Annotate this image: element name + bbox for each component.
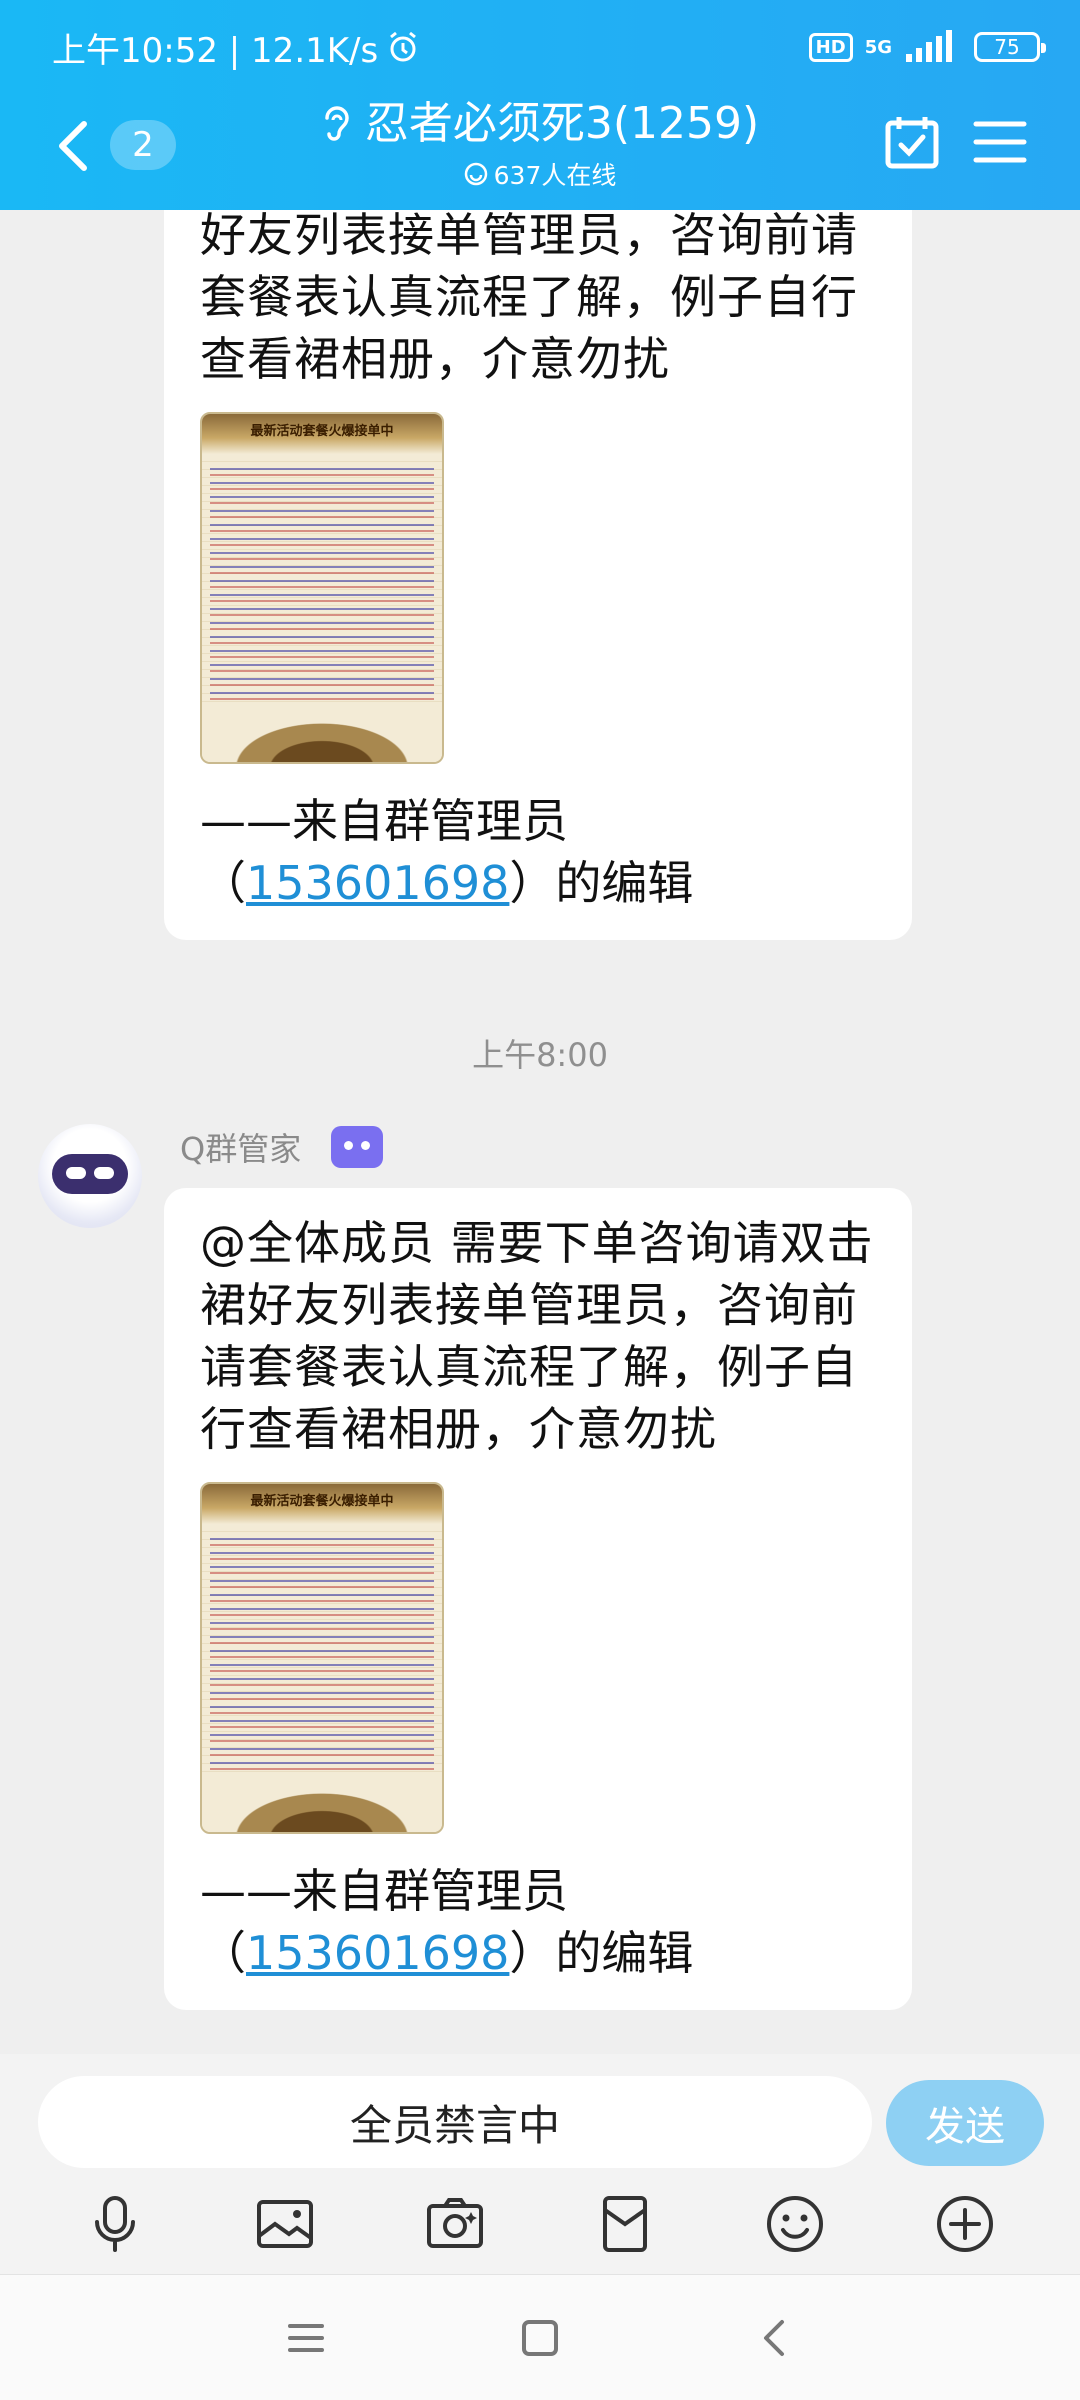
alarm-icon: [390, 31, 417, 62]
robot-face-icon: [52, 1154, 128, 1194]
online-count: 637人在线: [493, 161, 617, 190]
avatar[interactable]: [38, 1124, 142, 1228]
top-header: 上午10:52 | 12.1K/s HD 5G 75 2 忍者必须死3(1259…: [0, 0, 1080, 210]
network-type: 5G: [864, 36, 892, 58]
system-navigation-bar: [0, 2274, 1080, 2400]
message-bubble[interactable]: @不是过 需要下单咨询请双击裙好友列表接单管理员，咨询前请套餐表认真流程了解，例…: [164, 146, 912, 940]
sender-row: Q群管家: [180, 1124, 384, 1170]
message-text: @全体成员 需要下单咨询请双击裙好友列表接单管理员，咨询前请套餐表认真流程了解，…: [200, 1216, 874, 1456]
menu-icon[interactable]: [972, 118, 1028, 166]
unread-count-badge[interactable]: 2: [110, 120, 176, 170]
calendar-check-icon[interactable]: [884, 114, 940, 170]
home-icon[interactable]: [518, 2316, 562, 2360]
status-time: 上午10:52 | 12.1K/s: [52, 30, 379, 71]
sender-name: Q群管家: [180, 1130, 302, 1168]
bot-badge-icon: [331, 1126, 384, 1168]
message-image[interactable]: 最新活动套餐火爆接单中: [200, 1482, 444, 1834]
signal-icon: [906, 30, 952, 62]
input-bar: 全员禁言中 发送: [0, 2054, 1080, 2274]
muted-input-field[interactable]: 全员禁言中: [38, 2076, 872, 2168]
plus-icon[interactable]: [933, 2192, 997, 2256]
send-button[interactable]: 发送: [886, 2080, 1044, 2166]
camera-icon[interactable]: [423, 2192, 487, 2256]
microphone-icon[interactable]: [83, 2192, 147, 2256]
admin-id-link[interactable]: 153601698: [246, 856, 509, 910]
image-caption: 最新活动套餐火爆接单中: [250, 1494, 394, 1509]
recent-apps-icon[interactable]: [284, 2316, 328, 2360]
message-signature: ——来自群管理员（153601698）的编辑: [200, 794, 694, 910]
red-packet-icon[interactable]: [593, 2192, 657, 2256]
back-icon[interactable]: [752, 2316, 796, 2360]
status-bar: 上午10:52 | 12.1K/s HD 5G 75: [52, 22, 1046, 72]
message-bubble[interactable]: @全体成员 需要下单咨询请双击裙好友列表接单管理员，咨询前请套餐表认真流程了解，…: [164, 1188, 912, 2010]
input-toolbar: [0, 2184, 1080, 2264]
message-signature: ——来自群管理员（153601698）的编辑: [200, 1864, 694, 1980]
admin-id-link[interactable]: 153601698: [246, 1926, 509, 1980]
ear-icon: [325, 106, 349, 141]
smile-status-icon: [464, 162, 487, 186]
chat-navbar: 2 忍者必须死3(1259) 637人在线: [0, 92, 1080, 202]
battery-indicator: 75: [974, 32, 1046, 62]
chat-title: 忍者必须死3(1259): [364, 98, 760, 149]
image-caption: 最新活动套餐火爆接单中: [250, 424, 394, 439]
hd-badge: HD: [808, 32, 853, 62]
back-arrow-icon[interactable]: [52, 120, 96, 172]
image-icon[interactable]: [253, 2192, 317, 2256]
emoji-icon[interactable]: [763, 2192, 827, 2256]
message-timestamp: 上午8:00: [472, 1036, 608, 1074]
chat-title-area[interactable]: 忍者必须死3(1259) 637人在线: [300, 96, 780, 192]
message-image[interactable]: 最新活动套餐火爆接单中: [200, 412, 444, 764]
